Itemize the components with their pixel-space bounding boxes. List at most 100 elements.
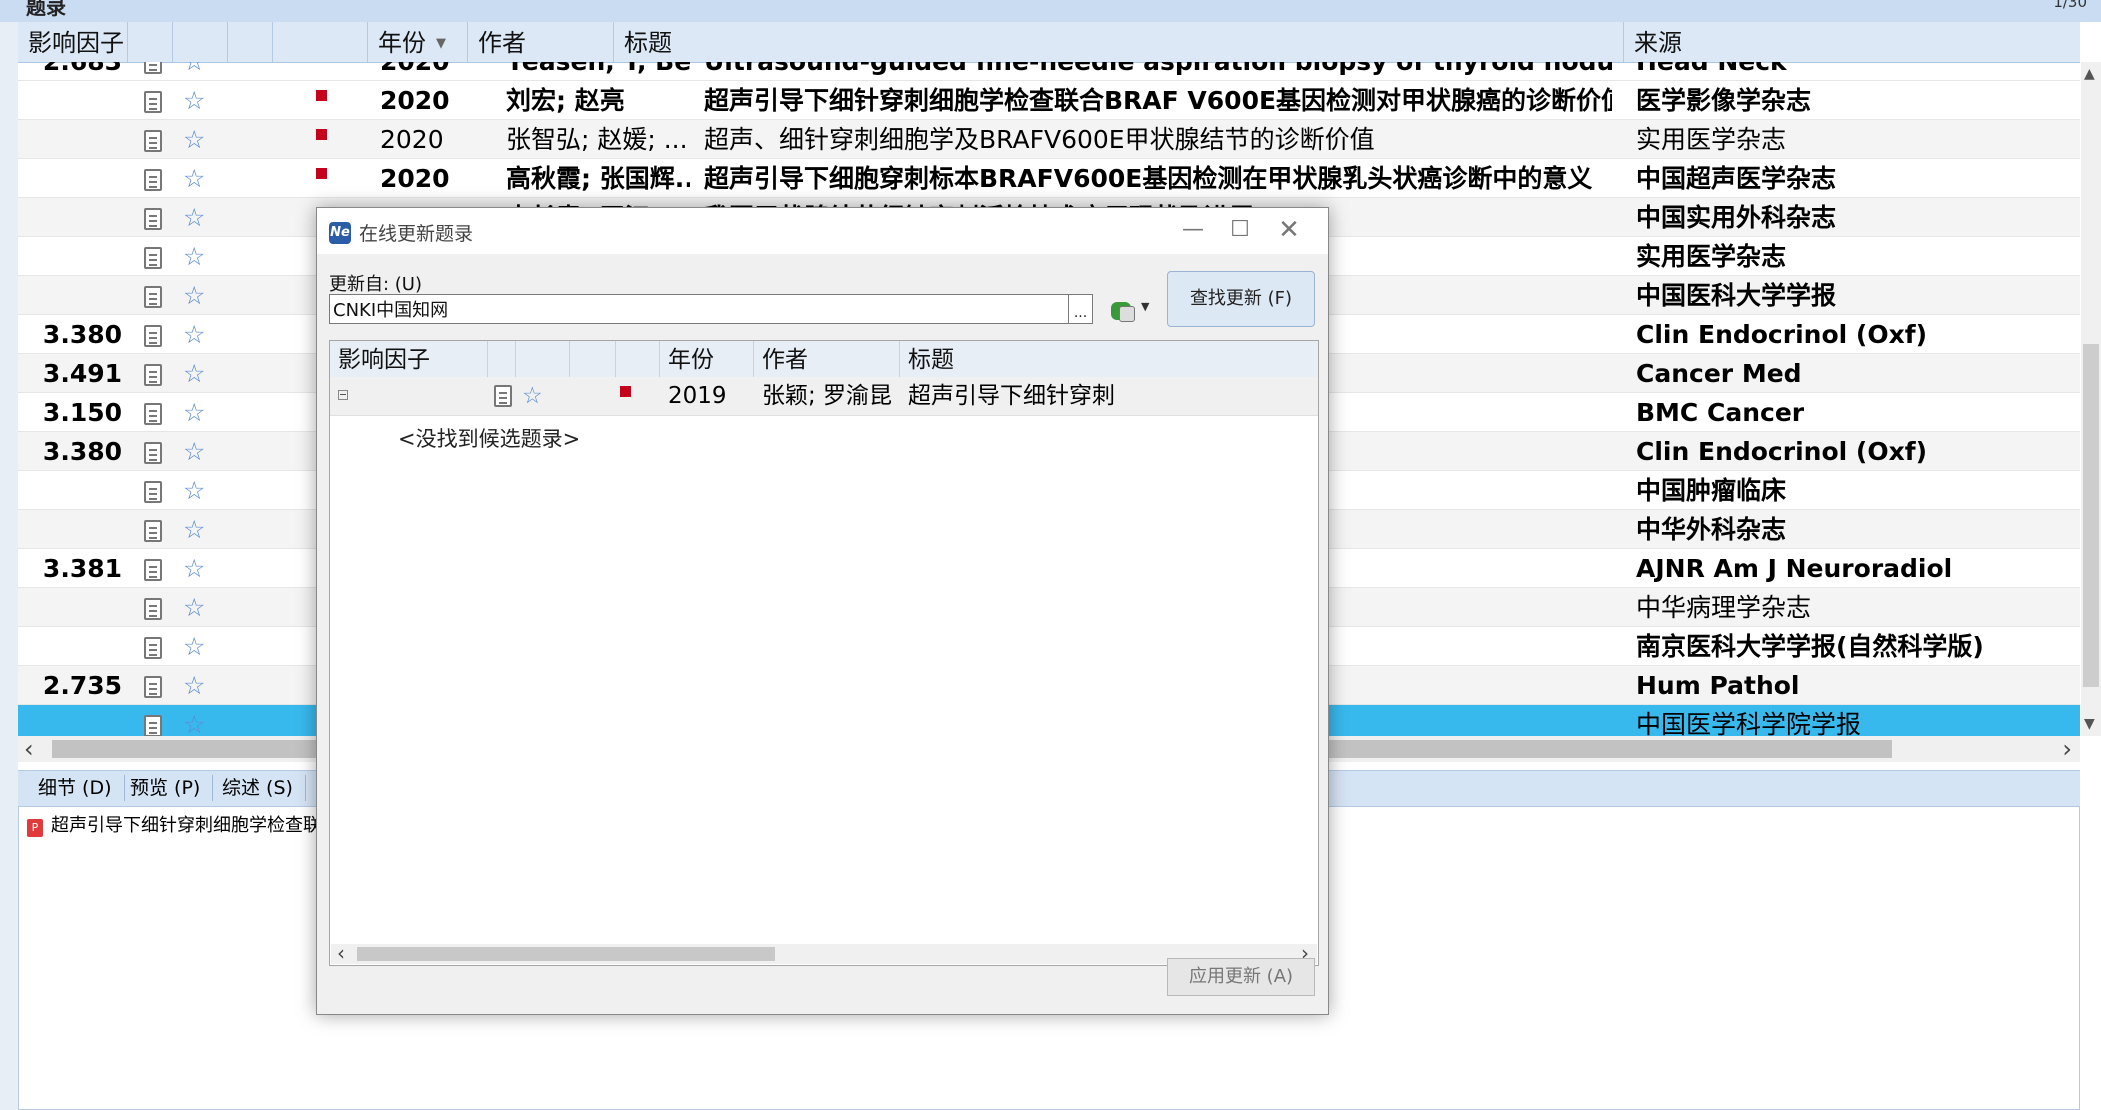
star-icon[interactable]: ☆ — [183, 62, 211, 81]
document-icon[interactable] — [144, 276, 172, 315]
collapse-icon[interactable] — [338, 390, 348, 400]
dialog-titlebar[interactable]: Ne 在线更新题录 — ☐ ✕ — [317, 208, 1328, 254]
column-header: 影响因子 年份 ▼ 作者 标题 来源 — [18, 22, 2080, 63]
col-year[interactable]: 年份 ▼ — [368, 22, 468, 62]
maximize-icon[interactable]: ☐ — [1220, 214, 1260, 246]
dlg-col-star[interactable] — [516, 341, 570, 377]
scroll-up-icon[interactable]: ▲ — [2084, 66, 2095, 82]
document-icon[interactable] — [144, 705, 172, 736]
table-row[interactable]: ☆ 2020 张智弘; 赵媛; ... 超声、细针穿刺细胞学及BRAFV600E甲状腺… — [18, 120, 2080, 159]
preview-line[interactable]: P 超声引导下细针穿刺细胞学检查联 — [27, 811, 321, 837]
col-attachment[interactable] — [128, 22, 173, 62]
impact-factor-cell — [18, 81, 122, 120]
scroll-down-icon[interactable]: ▼ — [2084, 716, 2095, 732]
document-icon[interactable] — [144, 62, 172, 81]
star-icon[interactable]: ☆ — [183, 588, 211, 627]
tab-preview[interactable]: 预览 (P) — [118, 775, 214, 801]
star-icon[interactable]: ☆ — [183, 471, 211, 510]
close-icon[interactable]: ✕ — [1269, 214, 1309, 246]
update-source-field[interactable] — [329, 294, 1069, 324]
scroll-left-icon[interactable]: ‹ — [24, 735, 34, 763]
star-icon[interactable]: ☆ — [183, 432, 211, 471]
sort-desc-icon[interactable]: ▼ — [436, 36, 446, 51]
star-icon[interactable]: ☆ — [183, 159, 211, 198]
star-icon[interactable]: ☆ — [183, 549, 211, 588]
col-mark[interactable] — [273, 22, 368, 62]
source-cell: 中华外科杂志 — [1636, 515, 1787, 544]
document-icon[interactable] — [144, 198, 172, 237]
database-dropdown-button[interactable]: ▼ — [1105, 294, 1157, 326]
star-icon[interactable]: ☆ — [522, 377, 543, 415]
star-icon[interactable]: ☆ — [183, 354, 211, 393]
document-icon[interactable] — [144, 81, 172, 120]
document-icon[interactable] — [144, 549, 172, 588]
col-star[interactable] — [173, 22, 228, 62]
dialog-hscroll-thumb[interactable] — [357, 947, 775, 961]
scrollbar-thumb[interactable] — [2083, 344, 2099, 687]
document-icon[interactable] — [144, 471, 172, 510]
star-icon[interactable]: ☆ — [183, 237, 211, 276]
document-icon[interactable] — [144, 588, 172, 627]
title-cell: 超声引导下细针穿刺细胞学检查联合BRAF V600E基因检测对甲状腺癌的诊断价值 — [704, 86, 1612, 115]
impact-factor-cell — [18, 510, 122, 549]
source-cell: 中国医学科学院学报 — [1636, 710, 1862, 736]
star-icon[interactable]: ☆ — [183, 666, 211, 705]
dlg-col-attachment[interactable] — [488, 341, 516, 377]
document-icon[interactable] — [144, 393, 172, 432]
find-updates-button[interactable]: 查找更新 (F) — [1167, 271, 1315, 327]
dlg-col-flag[interactable] — [570, 341, 616, 377]
candidate-title: 超声引导下细针穿刺 — [908, 383, 1115, 409]
tab-details[interactable]: 细节 (D) — [26, 775, 125, 801]
col-title[interactable]: 标题 — [614, 22, 1624, 62]
dlg-col-author[interactable]: 作者 — [754, 341, 900, 377]
star-icon[interactable]: ☆ — [183, 276, 211, 315]
dlg-col-impact[interactable]: 影响因子 — [330, 341, 488, 377]
dlg-col-mark[interactable] — [616, 341, 660, 377]
document-icon[interactable] — [144, 237, 172, 276]
page-indicator: 1/30 — [2053, 0, 2087, 11]
document-icon[interactable] — [144, 627, 172, 666]
impact-factor-cell — [18, 588, 122, 627]
tab-summary[interactable]: 综述 (S) — [210, 775, 306, 801]
table-row[interactable]: ☆ 2020 刘宏; 赵亮 超声引导下细针穿刺细胞学检查联合BRAF V600E基因检… — [18, 81, 2080, 120]
source-cell: 实用医学杂志 — [1636, 242, 1787, 271]
col-impact-factor[interactable]: 影响因子 — [18, 22, 128, 62]
minimize-icon[interactable]: — — [1173, 214, 1213, 246]
scroll-left-icon[interactable]: ‹ — [337, 941, 345, 965]
star-icon[interactable]: ☆ — [183, 705, 211, 736]
red-mark-icon — [316, 81, 336, 120]
document-icon[interactable] — [494, 377, 512, 415]
star-icon[interactable]: ☆ — [183, 81, 211, 120]
impact-factor-cell — [18, 159, 122, 198]
scroll-right-icon[interactable]: › — [2062, 735, 2072, 763]
star-icon[interactable]: ☆ — [183, 120, 211, 159]
star-icon[interactable]: ☆ — [183, 627, 211, 666]
candidate-row[interactable]: ☆ 2019 张颖; 罗渝昆; ... 超声引导下细针穿刺 — [330, 377, 1318, 416]
year-cell: 2020 — [380, 86, 450, 115]
dlg-col-title[interactable]: 标题 — [900, 341, 1318, 377]
star-icon[interactable]: ☆ — [183, 510, 211, 549]
star-icon[interactable]: ☆ — [183, 315, 211, 354]
dlg-col-year[interactable]: 年份 — [660, 341, 754, 377]
source-cell: Clin Endocrinol (Oxf) — [1636, 437, 1928, 466]
document-icon[interactable] — [144, 120, 172, 159]
list-vertical-scrollbar[interactable]: ▲ ▼ — [2081, 62, 2101, 736]
year-cell: 2020 — [380, 125, 444, 154]
document-icon[interactable] — [144, 510, 172, 549]
document-icon[interactable] — [144, 666, 172, 705]
document-icon[interactable] — [144, 159, 172, 198]
table-row[interactable]: ☆ 2020 高秋霞; 张国辉... 超声引导下细胞穿刺标本BRAFV600E基因检测… — [18, 159, 2080, 198]
document-icon[interactable] — [144, 354, 172, 393]
table-row[interactable]: 2.683 ☆ 2020 Yeasen, T, Bell... Ultrasound-g… — [18, 62, 2080, 81]
col-flag[interactable] — [228, 22, 273, 62]
apply-updates-button[interactable]: 应用更新 (A) — [1167, 958, 1315, 996]
document-icon[interactable] — [144, 432, 172, 471]
col-source[interactable]: 来源 — [1624, 22, 2080, 62]
star-icon[interactable]: ☆ — [183, 393, 211, 432]
impact-factor-cell — [18, 120, 122, 159]
document-icon[interactable] — [144, 315, 172, 354]
star-icon[interactable]: ☆ — [183, 198, 211, 237]
col-author[interactable]: 作者 — [468, 22, 614, 62]
browse-button[interactable]: ... — [1069, 294, 1093, 324]
title-cell: 超声、细针穿刺细胞学及BRAFV600E甲状腺结节的诊断价值 — [704, 125, 1375, 154]
